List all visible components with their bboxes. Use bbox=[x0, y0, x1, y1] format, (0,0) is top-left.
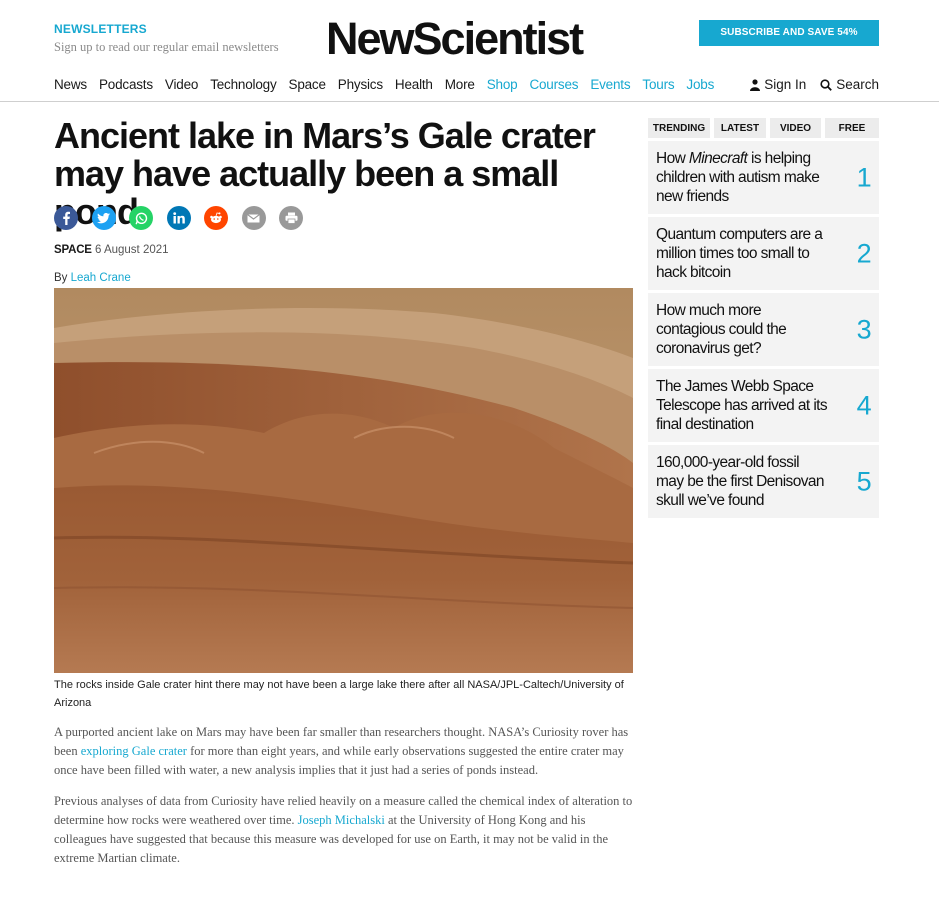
main-nav: News Podcasts Video Technology Space Phy… bbox=[54, 77, 726, 92]
trending-title: Quantum computers are a million times to… bbox=[656, 226, 823, 281]
user-icon bbox=[750, 78, 761, 91]
nav-courses[interactable]: Courses bbox=[529, 77, 578, 92]
nav-podcasts[interactable]: Podcasts bbox=[99, 77, 153, 92]
trending-rank: 2 bbox=[856, 238, 872, 268]
sign-in-link[interactable]: Sign In bbox=[750, 77, 806, 92]
trending-title: How much more contagious could the coron… bbox=[656, 302, 787, 357]
nav-news[interactable]: News bbox=[54, 77, 87, 92]
account-nav: Sign In Search bbox=[736, 77, 879, 92]
article-meta: SPACE 6 August 2021 bbox=[54, 244, 169, 256]
email-icon[interactable] bbox=[241, 206, 266, 230]
tab-video[interactable]: VIDEO bbox=[770, 118, 821, 138]
trending-rank: 4 bbox=[856, 390, 872, 420]
print-icon[interactable] bbox=[279, 206, 303, 230]
hero-image bbox=[54, 288, 633, 673]
search-label: Search bbox=[836, 77, 879, 92]
tab-trending[interactable]: TRENDING bbox=[648, 118, 710, 138]
trending-title: The James Webb Space Telescope has arriv… bbox=[656, 378, 828, 433]
trending-rank: 5 bbox=[856, 466, 872, 496]
hero-caption: The rocks inside Gale crater hint there … bbox=[54, 679, 624, 709]
section-label[interactable]: SPACE bbox=[54, 244, 92, 256]
nav-jobs[interactable]: Jobs bbox=[686, 77, 714, 92]
subscribe-button[interactable]: SUBSCRIBE AND SAVE 54% bbox=[699, 20, 879, 46]
site-logo[interactable]: NewScientist bbox=[326, 14, 584, 64]
trending-item[interactable]: The James Webb Space Telescope has arriv… bbox=[648, 369, 879, 442]
publish-date: 6 August 2021 bbox=[94, 244, 169, 256]
newsletters-title[interactable]: NEWSLETTERS bbox=[54, 22, 279, 36]
reddit-icon[interactable] bbox=[204, 206, 228, 230]
sign-in-label: Sign In bbox=[764, 77, 807, 92]
share-bar bbox=[54, 206, 317, 230]
trending-title: How bbox=[656, 150, 689, 167]
trending-rank: 3 bbox=[856, 314, 872, 344]
whatsapp-icon[interactable] bbox=[129, 206, 153, 230]
search-link[interactable]: Search bbox=[820, 77, 879, 92]
article-body: A purported ancient lake on Mars may hav… bbox=[54, 723, 634, 880]
tab-latest[interactable]: LATEST bbox=[714, 118, 766, 138]
trending-item[interactable]: 160,000-year-old fossil may be the first… bbox=[648, 445, 879, 518]
nav-more[interactable]: More bbox=[445, 77, 475, 92]
nav-shop[interactable]: Shop bbox=[487, 77, 518, 92]
trending-title: 160,000-year-old fossil may be the first… bbox=[656, 454, 825, 509]
nav-tours[interactable]: Tours bbox=[642, 77, 674, 92]
exploring-gale-crater-link[interactable]: exploring Gale crater bbox=[81, 744, 187, 758]
nav-health[interactable]: Health bbox=[395, 77, 433, 92]
paragraph-2: Previous analyses of data from Curiosity… bbox=[54, 792, 634, 868]
nav-video[interactable]: Video bbox=[165, 77, 198, 92]
facebook-icon[interactable] bbox=[54, 206, 78, 230]
search-icon bbox=[820, 78, 833, 91]
nav-technology[interactable]: Technology bbox=[210, 77, 277, 92]
trending-list: How Minecraft is helping children with a… bbox=[648, 141, 879, 521]
byline-prefix: By bbox=[54, 272, 68, 284]
nav-space[interactable]: Space bbox=[289, 77, 326, 92]
trending-title-emphasis: Minecraft bbox=[688, 150, 748, 167]
trending-item[interactable]: How much more contagious could the coron… bbox=[648, 293, 879, 366]
paragraph-1: A purported ancient lake on Mars may hav… bbox=[54, 723, 634, 780]
newsletters-subtitle: Sign up to read our regular email newsle… bbox=[54, 40, 279, 54]
tab-free[interactable]: FREE bbox=[825, 118, 879, 138]
trending-item[interactable]: How Minecraft is helping children with a… bbox=[648, 141, 879, 214]
byline: By Leah Crane bbox=[54, 272, 131, 284]
trending-item[interactable]: Quantum computers are a million times to… bbox=[648, 217, 879, 290]
author-link[interactable]: Leah Crane bbox=[71, 272, 131, 284]
nav-physics[interactable]: Physics bbox=[338, 77, 383, 92]
sidebar-tabs: TRENDING LATEST VIDEO FREE bbox=[648, 118, 879, 138]
header-divider bbox=[0, 101, 939, 102]
newsletters-block[interactable]: NEWSLETTERS Sign up to read our regular … bbox=[54, 22, 279, 55]
trending-rank: 1 bbox=[856, 162, 872, 192]
nav-events[interactable]: Events bbox=[590, 77, 630, 92]
twitter-icon[interactable] bbox=[91, 206, 116, 230]
joseph-michalski-link[interactable]: Joseph Michalski bbox=[298, 813, 385, 827]
linkedin-icon[interactable] bbox=[166, 206, 191, 230]
